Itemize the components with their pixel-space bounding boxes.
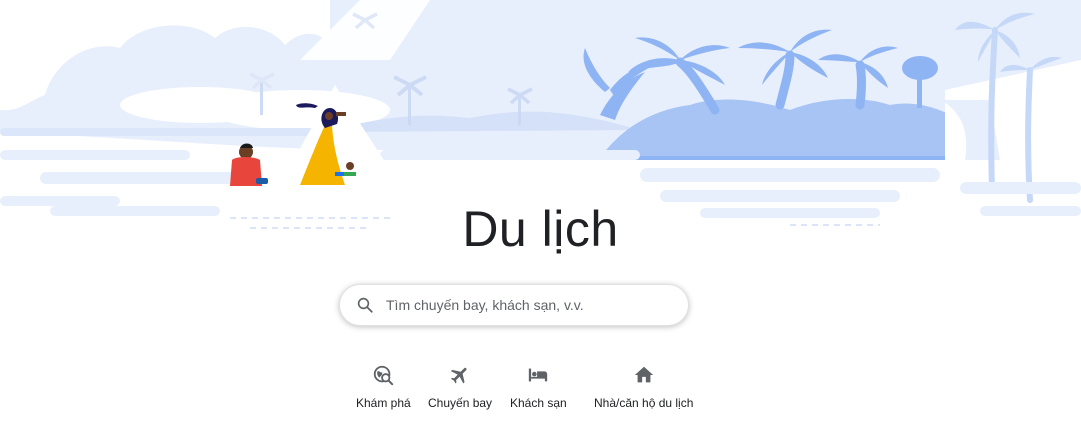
page-title: Du lịch <box>462 201 619 257</box>
nav-explore-label: Khám phá <box>356 396 411 410</box>
travel-page: Du lịch Khám phá <box>0 0 1081 439</box>
nav-flights-label: Chuyến bay <box>428 396 493 410</box>
nav-flights[interactable]: Chuyến bay <box>428 362 492 410</box>
nav-vacation-rentals-label: Nhà/căn hộ du lịch <box>594 396 694 410</box>
search-box[interactable] <box>339 284 689 326</box>
search-input[interactable] <box>386 290 688 320</box>
search-icon <box>356 296 374 314</box>
travel-nav: Khám phá Chuyến bay Khách sạn Nhà/căn hộ… <box>340 362 700 422</box>
explore-search-icon <box>372 364 394 386</box>
bed-icon <box>527 364 549 386</box>
airplane-icon <box>449 364 471 386</box>
nav-hotels[interactable]: Khách sạn <box>510 362 567 410</box>
nav-explore[interactable]: Khám phá <box>356 362 411 410</box>
nav-hotels-label: Khách sạn <box>510 396 567 410</box>
nav-vacation-rentals[interactable]: Nhà/căn hộ du lịch <box>594 362 693 410</box>
house-icon <box>633 364 655 386</box>
